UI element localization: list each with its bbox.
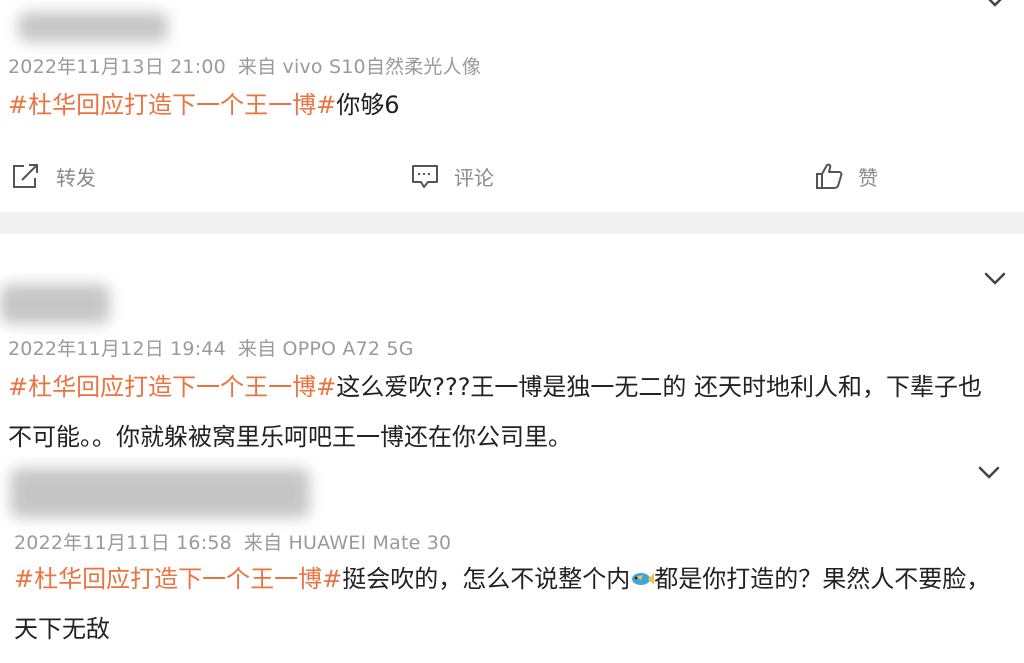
- like-label: 赞: [858, 165, 878, 190]
- blurred-username: [10, 468, 310, 518]
- post-source: 来自 OPPO A72 5G: [237, 338, 414, 360]
- chevron-down-icon[interactable]: [978, 466, 1000, 480]
- repost-icon: [13, 164, 38, 188]
- post-meta: 2022年11月12日 19:44 来自 OPPO A72 5G: [8, 334, 414, 361]
- post-1: 2022年11月13日 21:00 来自 vivo S10自然柔光人像 #杜华回应…: [0, 0, 1024, 212]
- post-source: 来自 HUAWEI Mate 30: [243, 532, 452, 554]
- repost-label: 转发: [56, 165, 96, 190]
- post-text: 挺会吹的，怎么不说整个内: [342, 565, 631, 593]
- post-content: #杜华回应打造下一个王一博#挺会吹的，怎么不说整个内 都是你打造的？果然人不要脸…: [14, 554, 1006, 654]
- post-content: #杜华回应打造下一个王一博#你够6: [8, 80, 1006, 130]
- post-timestamp: 2022年11月12日 19:44: [8, 338, 226, 360]
- post-3: 2022年11月11日 16:58 来自 HUAWEI Mate 30 #杜华回应…: [0, 460, 1024, 663]
- like-icon: [816, 163, 843, 189]
- fish-emoji-icon: [632, 573, 655, 585]
- blurred-username: [18, 12, 168, 42]
- hashtag-link[interactable]: #杜华回应打造下一个王一博#: [8, 373, 336, 401]
- like-button[interactable]: 赞: [814, 152, 878, 200]
- post-timestamp: 2022年11月13日 21:00: [8, 56, 226, 78]
- post-content: #杜华回应打造下一个王一博#这么爱吹???王一博是独一无二的 还天时地利人和，下…: [8, 362, 1006, 462]
- comment-icon: [412, 165, 438, 188]
- chevron-down-icon[interactable]: [984, 272, 1006, 286]
- repost-button[interactable]: 转发: [10, 152, 96, 200]
- comment-button[interactable]: 评论: [410, 152, 494, 200]
- post-source: 来自 vivo S10自然柔光人像: [237, 56, 482, 78]
- hashtag-link[interactable]: #杜华回应打造下一个王一博#: [8, 91, 336, 119]
- post-meta: 2022年11月11日 16:58 来自 HUAWEI Mate 30: [14, 528, 451, 555]
- hashtag-link[interactable]: #杜华回应打造下一个王一博#: [14, 565, 342, 593]
- action-bar: 转发 评论 赞: [0, 152, 1024, 200]
- blurred-username: [0, 284, 110, 324]
- post-text: 你够6: [336, 91, 400, 119]
- post-timestamp: 2022年11月11日 16:58: [14, 532, 232, 554]
- chevron-down-icon[interactable]: [984, 0, 1006, 8]
- post-separator: [0, 212, 1024, 234]
- post-2: 2022年11月12日 19:44 来自 OPPO A72 5G #杜华回应打造下…: [0, 234, 1024, 460]
- comment-label: 评论: [454, 165, 494, 190]
- post-meta: 2022年11月13日 21:00 来自 vivo S10自然柔光人像: [8, 52, 481, 79]
